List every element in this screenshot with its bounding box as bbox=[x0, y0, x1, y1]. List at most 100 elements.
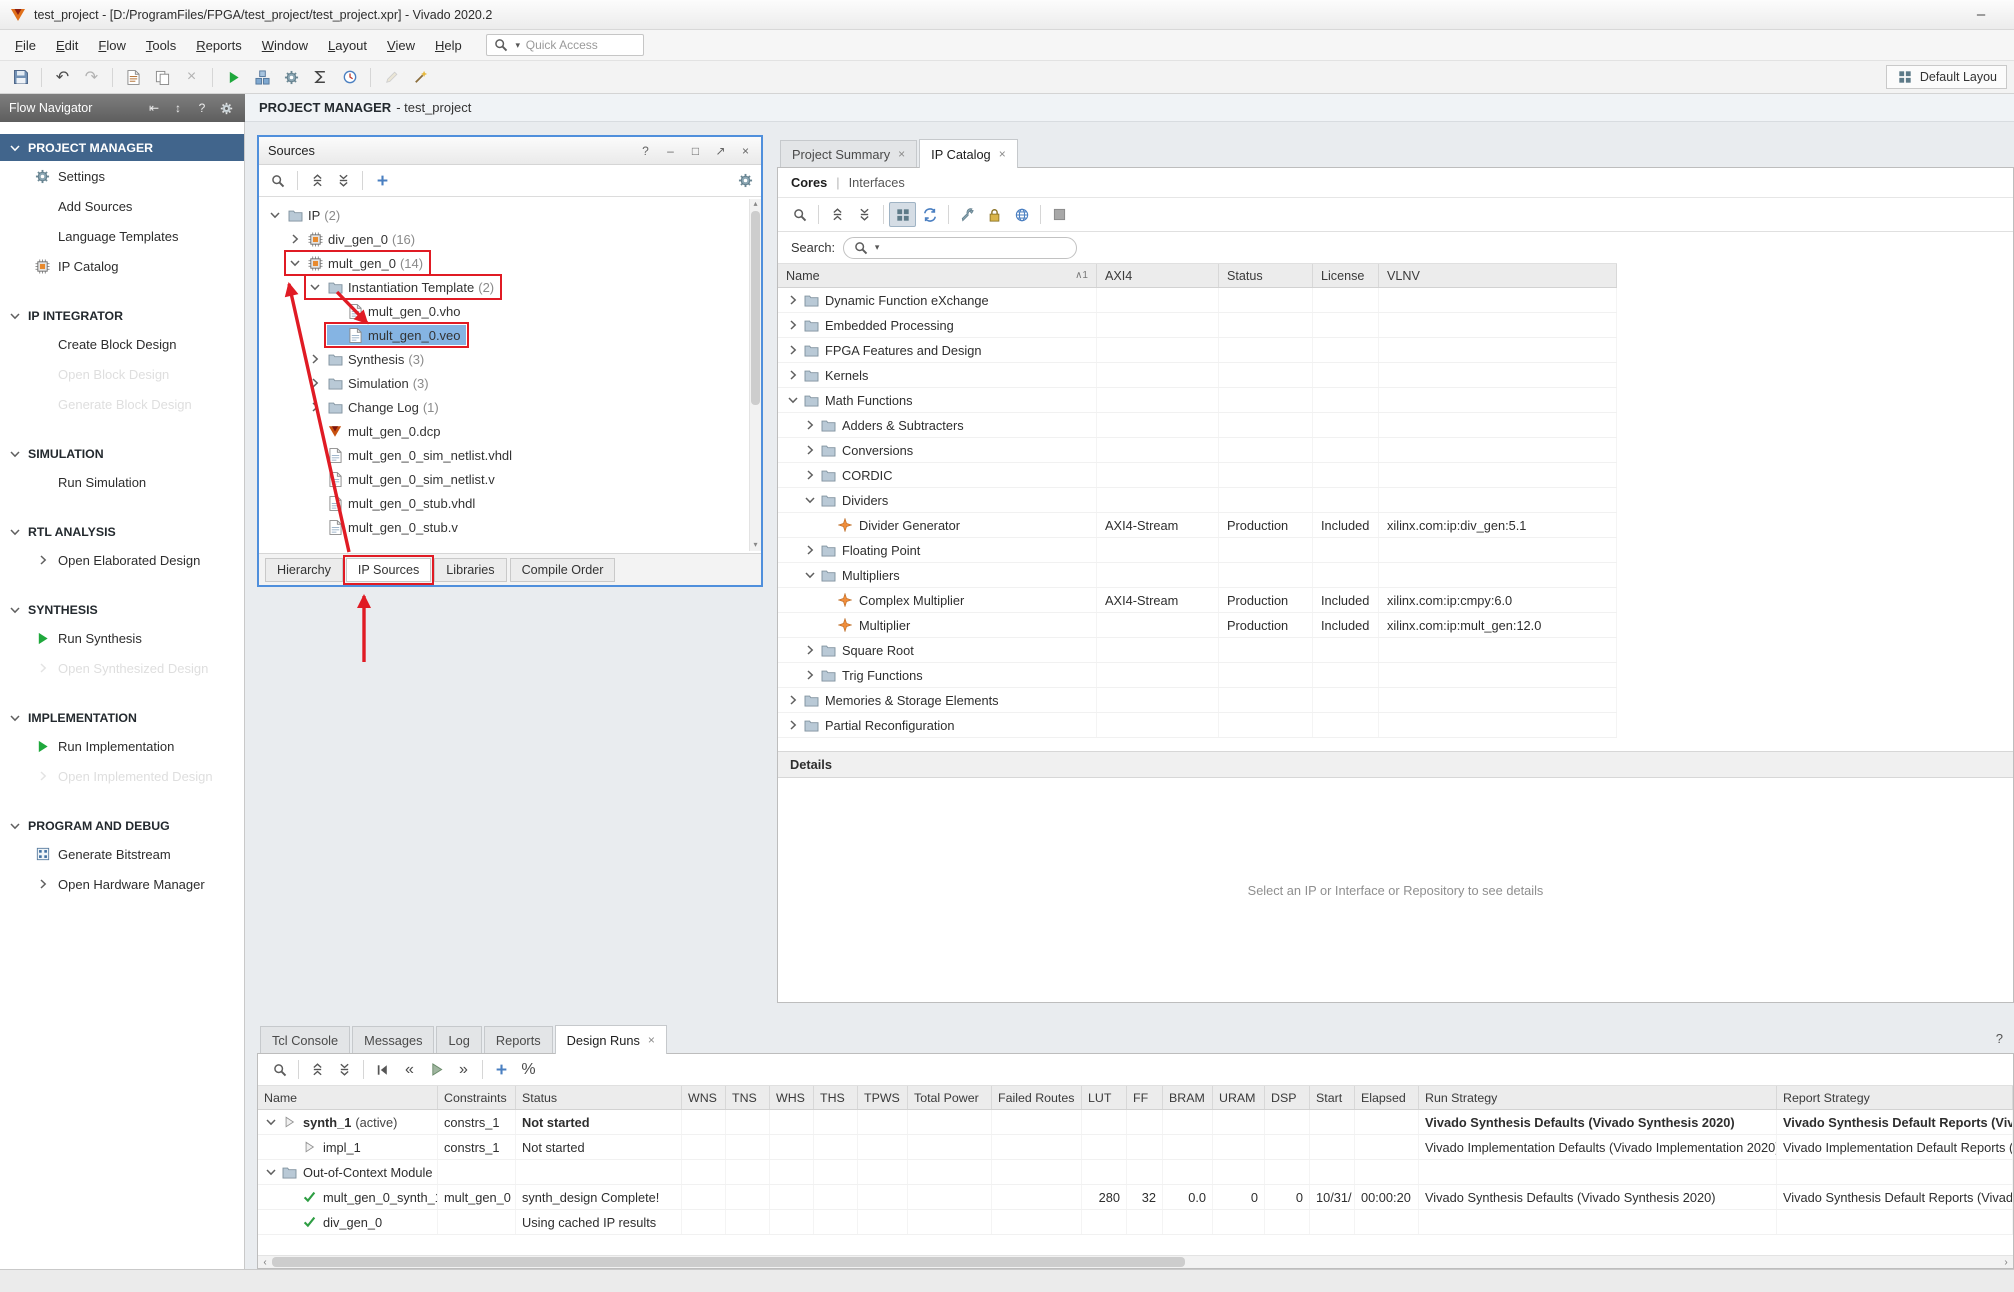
flow-item-ip-catalog[interactable]: IP Catalog bbox=[0, 251, 244, 281]
flow-item-open-block-design[interactable]: Open Block Design bbox=[0, 359, 244, 389]
search-icon[interactable] bbox=[266, 169, 290, 193]
timing-icon[interactable] bbox=[336, 65, 363, 90]
catalog-row-cordic[interactable]: CORDIC bbox=[778, 463, 1617, 488]
scroll-right-icon[interactable]: › bbox=[1999, 1257, 2013, 1268]
column-header-elapsed[interactable]: Elapsed bbox=[1355, 1086, 1419, 1109]
window-minimize-button[interactable]: – bbox=[1973, 6, 1989, 23]
sum-icon[interactable] bbox=[307, 65, 334, 90]
column-header-whs[interactable]: WHS bbox=[770, 1086, 814, 1109]
flow-section-header-program-and-debug[interactable]: PROGRAM AND DEBUG bbox=[0, 812, 244, 839]
column-header-vlnv[interactable]: VLNV bbox=[1379, 264, 1617, 287]
expand-closed-icon[interactable] bbox=[308, 376, 322, 390]
scroll-left-icon[interactable]: ‹ bbox=[258, 1257, 272, 1268]
tree-item-mult-gen-0-veo[interactable]: mult_gen_0.veo bbox=[259, 323, 761, 347]
expand-all-icon[interactable] bbox=[331, 1057, 358, 1082]
add-icon[interactable] bbox=[370, 169, 394, 193]
column-header-report-strategy[interactable]: Report Strategy bbox=[1777, 1086, 2013, 1109]
probe-icon[interactable] bbox=[407, 65, 434, 90]
expand-all-icon[interactable] bbox=[331, 169, 355, 193]
step-first-icon[interactable] bbox=[369, 1057, 396, 1082]
expand-closed-icon[interactable] bbox=[786, 368, 800, 382]
tree-item-mult-gen-0-vho[interactable]: mult_gen_0.vho bbox=[259, 299, 761, 323]
fast-forward-icon[interactable]: » bbox=[450, 1057, 477, 1082]
expand-open-icon[interactable] bbox=[8, 525, 22, 539]
catalog-row-divider-generator[interactable]: Divider GeneratorAXI4-StreamProductionIn… bbox=[778, 513, 1617, 538]
column-header-name[interactable]: Name∧1 bbox=[778, 264, 1097, 287]
panel-close-button[interactable]: × bbox=[739, 144, 752, 158]
settings-wrench-icon[interactable] bbox=[954, 202, 981, 227]
flow-item-open-implemented-design[interactable]: Open Implemented Design bbox=[0, 761, 244, 791]
settings-icon[interactable] bbox=[736, 172, 754, 190]
expand-open-icon[interactable] bbox=[268, 208, 282, 222]
launch-icon[interactable] bbox=[423, 1057, 450, 1082]
expand-open-icon[interactable] bbox=[8, 603, 22, 617]
expand-all-icon[interactable] bbox=[851, 202, 878, 227]
expand-closed-icon[interactable] bbox=[786, 718, 800, 732]
tree-item-synthesis[interactable]: Synthesis(3) bbox=[259, 347, 761, 371]
layout-selector[interactable]: Default Layou bbox=[1886, 65, 2007, 89]
flow-item-open-hardware-manager[interactable]: Open Hardware Manager bbox=[0, 869, 244, 899]
tab-tcl-console[interactable]: Tcl Console bbox=[260, 1026, 350, 1053]
tab-design-runs[interactable]: Design Runs× bbox=[555, 1025, 667, 1054]
expand-closed-icon[interactable] bbox=[786, 693, 800, 707]
close-icon[interactable]: × bbox=[648, 1033, 655, 1047]
column-header-dsp[interactable]: DSP bbox=[1265, 1086, 1310, 1109]
flow-section-header-rtl-analysis[interactable]: RTL ANALYSIS bbox=[0, 518, 244, 545]
flow-section-header-project-manager[interactable]: PROJECT MANAGER bbox=[0, 134, 244, 161]
flow-item-run-simulation[interactable]: Run Simulation bbox=[0, 467, 244, 497]
tab-compile-order[interactable]: Compile Order bbox=[510, 558, 616, 582]
tree-item-simulation[interactable]: Simulation(3) bbox=[259, 371, 761, 395]
run-row-div-gen-0[interactable]: div_gen_0Using cached IP results bbox=[258, 1210, 2013, 1235]
tree-item-mult-gen-0-stub-v[interactable]: mult_gen_0_stub.v bbox=[259, 515, 761, 539]
tab-log[interactable]: Log bbox=[436, 1026, 481, 1053]
flow-item-run-implementation[interactable]: Run Implementation bbox=[0, 731, 244, 761]
column-header-status[interactable]: Status bbox=[1219, 264, 1313, 287]
column-header-axi4[interactable]: AXI4 bbox=[1097, 264, 1219, 287]
expand-open-icon[interactable] bbox=[8, 819, 22, 833]
expand-closed-icon[interactable] bbox=[803, 443, 817, 457]
search-icon[interactable] bbox=[266, 1057, 293, 1082]
menu-flow[interactable]: Flow bbox=[88, 33, 135, 58]
flow-item-generate-bitstream[interactable]: Generate Bitstream bbox=[0, 839, 244, 869]
column-header-bram[interactable]: BRAM bbox=[1163, 1086, 1213, 1109]
tree-item-mult-gen-0-sim-netlist-v[interactable]: mult_gen_0_sim_netlist.v bbox=[259, 467, 761, 491]
catalog-row-partial-reconfiguration[interactable]: Partial Reconfiguration bbox=[778, 713, 1617, 738]
tree-item-div-gen-0[interactable]: div_gen_0(16) bbox=[259, 227, 761, 251]
flow-item-add-sources[interactable]: Add Sources bbox=[0, 191, 244, 221]
flow-section-header-implementation[interactable]: IMPLEMENTATION bbox=[0, 704, 244, 731]
tree-item-mult-gen-0-stub-vhdl[interactable]: mult_gen_0_stub.vhdl bbox=[259, 491, 761, 515]
flow-item-create-block-design[interactable]: Create Block Design bbox=[0, 329, 244, 359]
copy-icon[interactable] bbox=[149, 65, 176, 90]
lock-icon[interactable] bbox=[981, 202, 1008, 227]
menu-file[interactable]: File bbox=[5, 33, 46, 58]
tab-libraries[interactable]: Libraries bbox=[434, 558, 506, 582]
catalog-row-trig-functions[interactable]: Trig Functions bbox=[778, 663, 1617, 688]
play-icon[interactable] bbox=[220, 65, 247, 90]
catalog-row-adders-subtracters[interactable]: Adders & Subtracters bbox=[778, 413, 1617, 438]
tab-reports[interactable]: Reports bbox=[484, 1026, 553, 1053]
expand-closed-icon[interactable] bbox=[803, 643, 817, 657]
gear-white-icon[interactable] bbox=[216, 98, 236, 118]
tree-item-mult-gen-0-sim-netlist-vhdl[interactable]: mult_gen_0_sim_netlist.vhdl bbox=[259, 443, 761, 467]
collapse-all-icon[interactable] bbox=[305, 169, 329, 193]
tree-item-mult-gen-0[interactable]: mult_gen_0(14) bbox=[259, 251, 761, 275]
catalog-row-complex-multiplier[interactable]: Complex MultiplierAXI4-StreamProductionI… bbox=[778, 588, 1617, 613]
expand-open-icon[interactable] bbox=[8, 141, 22, 155]
panel-maximize-button[interactable]: □ bbox=[689, 144, 702, 158]
collapse-all-icon[interactable] bbox=[824, 202, 851, 227]
expand-open-icon[interactable] bbox=[8, 447, 22, 461]
column-header-lut[interactable]: LUT bbox=[1082, 1086, 1127, 1109]
panel-float-button[interactable]: ↗ bbox=[714, 144, 727, 158]
expand-closed-icon[interactable] bbox=[308, 352, 322, 366]
tree-item-instantiation-template[interactable]: Instantiation Template(2) bbox=[259, 275, 761, 299]
column-header-tns[interactable]: TNS bbox=[726, 1086, 770, 1109]
collapse-all-icon[interactable] bbox=[304, 1057, 331, 1082]
catalog-row-dynamic-function-exchange[interactable]: Dynamic Function eXchange bbox=[778, 288, 1617, 313]
menu-reports[interactable]: Reports bbox=[186, 33, 252, 58]
help-icon[interactable]: ? bbox=[192, 98, 212, 118]
panel-help-button[interactable]: ? bbox=[639, 144, 652, 158]
expand-closed-icon[interactable] bbox=[786, 343, 800, 357]
run-row-mult-gen-0-synth-1[interactable]: mult_gen_0_synth_1mult_gen_0synth_design… bbox=[258, 1185, 2013, 1210]
column-header-wns[interactable]: WNS bbox=[682, 1086, 726, 1109]
catalog-search-input[interactable]: ▾ bbox=[843, 237, 1077, 259]
